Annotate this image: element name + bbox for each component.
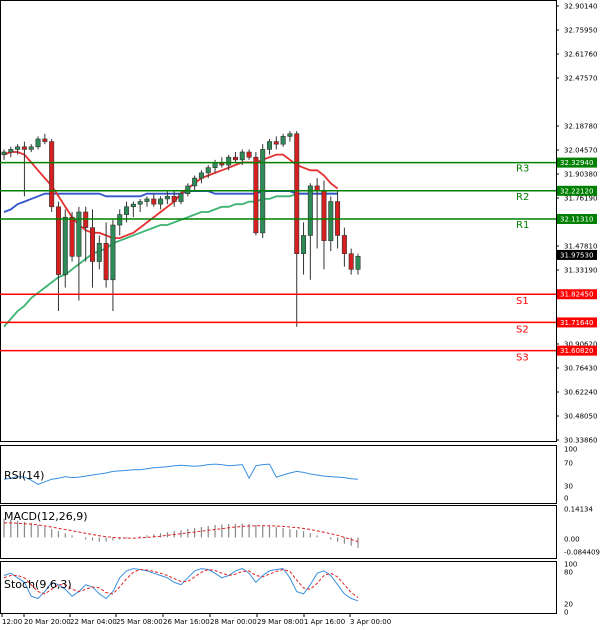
macd-title: MACD(12,26,9) xyxy=(4,510,88,523)
candle-body xyxy=(49,141,55,208)
candle-body xyxy=(15,146,21,150)
macd-tick-label: -0.084409 xyxy=(564,549,600,557)
stoch-tick-label: 80 xyxy=(564,569,573,577)
candle-body xyxy=(171,196,177,202)
level-tag-label-r3: 32.32940 xyxy=(560,159,593,167)
candle-body xyxy=(266,141,272,150)
level-tag-label-r2: 32.22120 xyxy=(560,187,593,195)
candle-body xyxy=(130,203,136,208)
stoch-tick-label: 0 xyxy=(564,609,568,617)
candle-body xyxy=(232,156,238,161)
time-tick-label: 3 Apr 00:00 xyxy=(350,618,391,626)
price-tick-label: 32.75950 xyxy=(564,27,597,35)
candle-body xyxy=(246,151,252,158)
candle-body xyxy=(35,138,41,148)
candle-body xyxy=(21,146,27,150)
candle-body xyxy=(151,198,157,205)
candle-body xyxy=(42,138,48,142)
price-tick-label: 31.90380 xyxy=(564,171,597,179)
candle-body xyxy=(301,235,307,254)
time-tick-label: 29 Mar 08:00 xyxy=(257,618,304,626)
level-name-s2: S2 xyxy=(516,324,529,335)
candle-body xyxy=(83,211,89,228)
candle-body xyxy=(28,146,34,150)
candle-body xyxy=(226,156,232,166)
time-tick-label: 20 Mar 20:00 xyxy=(24,618,71,626)
rsi-panel xyxy=(0,445,557,504)
level-name-r3: R3 xyxy=(516,164,529,175)
candle-body xyxy=(280,136,286,145)
rsi-tick-label: 100 xyxy=(564,446,577,454)
level-name-r2: R2 xyxy=(516,192,529,203)
candle-body xyxy=(1,151,7,155)
candle-body xyxy=(164,196,170,200)
stoch-tick-label: 20 xyxy=(564,601,573,609)
candle-body xyxy=(144,198,150,202)
candle-body xyxy=(178,193,184,202)
price-tick-label: 32.18780 xyxy=(564,123,597,131)
level-tag-label-s1: 31.82450 xyxy=(560,291,593,299)
time-tick-label: 22 Mar 04:00 xyxy=(70,618,117,626)
candle-body xyxy=(198,172,204,179)
candle-body xyxy=(55,206,61,275)
price-tick-label: 32.04570 xyxy=(564,147,597,155)
time-tick-label: 26 Mar 16:00 xyxy=(163,618,210,626)
candle-body xyxy=(90,227,96,262)
level-name-r1: R1 xyxy=(516,220,529,231)
level-name-s1: S1 xyxy=(516,296,529,307)
stoch-tick-label: 100 xyxy=(564,561,577,569)
candle-body xyxy=(239,151,245,161)
price-tick-label: 31.33190 xyxy=(564,267,597,275)
price-tick-label: 32.90140 xyxy=(564,3,597,11)
price-tick-label: 30.76430 xyxy=(564,365,597,373)
price-tick-label: 30.62240 xyxy=(564,389,597,397)
time-tick-label: 25 Mar 08:00 xyxy=(116,618,163,626)
candle-body xyxy=(205,167,211,174)
rsi-title: RSI(14) xyxy=(4,469,44,482)
candle-body xyxy=(192,177,198,187)
candle-body xyxy=(253,156,259,234)
rsi-tick-label: 70 xyxy=(564,460,573,468)
level-tag-label-r1: 32.11310 xyxy=(560,215,593,223)
time-tick-label: 1 Apr 16:00 xyxy=(304,618,345,626)
candle-body xyxy=(273,141,279,145)
candle-body xyxy=(287,133,293,137)
level-name-s3: S3 xyxy=(516,353,529,364)
level-tag-label-s3: 31.60820 xyxy=(560,347,593,355)
level-tag-label-s2: 31.71640 xyxy=(560,319,593,327)
price-tick-label: 30.33860 xyxy=(564,437,597,445)
candle-body xyxy=(96,242,102,262)
candle-body xyxy=(137,201,143,205)
candle-body xyxy=(307,185,313,236)
current-price-label: 31.97530 xyxy=(560,251,593,259)
candle-body xyxy=(8,149,14,153)
candle-body xyxy=(117,214,123,226)
candle-body xyxy=(294,133,300,254)
price-chart[interactable]: 32.90140 32.75950 32.61760 32.47570 32.18780… xyxy=(0,0,600,630)
candle-body xyxy=(328,201,334,241)
time-tick-label: 28 Mar 00:00 xyxy=(210,618,257,626)
stoch-title: Stoch(9,6,3) xyxy=(4,578,72,591)
candle-body xyxy=(110,224,116,281)
time-tick-label: 12:00 xyxy=(2,618,22,626)
price-tick-label: 31.47810 xyxy=(564,243,597,251)
candle-body xyxy=(355,256,361,270)
price-tick-label: 30.48050 xyxy=(564,413,597,421)
price-tick-label: 32.61760 xyxy=(564,51,597,59)
candle-body xyxy=(103,242,109,281)
macd-tick-label: 0.14134 xyxy=(564,506,593,514)
candle-body xyxy=(185,185,191,195)
macd-tick-label: 0.00 xyxy=(564,536,580,544)
candle-body xyxy=(341,235,347,254)
rsi-tick-label: 0 xyxy=(564,495,568,503)
rsi-tick-label: 30 xyxy=(564,483,573,491)
candle-body xyxy=(348,253,354,270)
candle-body xyxy=(62,216,68,275)
candle-body xyxy=(124,206,130,215)
candle-body xyxy=(158,198,164,205)
candle-body xyxy=(69,216,75,257)
price-tick-label: 32.47570 xyxy=(564,75,597,83)
candle-body xyxy=(321,190,327,241)
